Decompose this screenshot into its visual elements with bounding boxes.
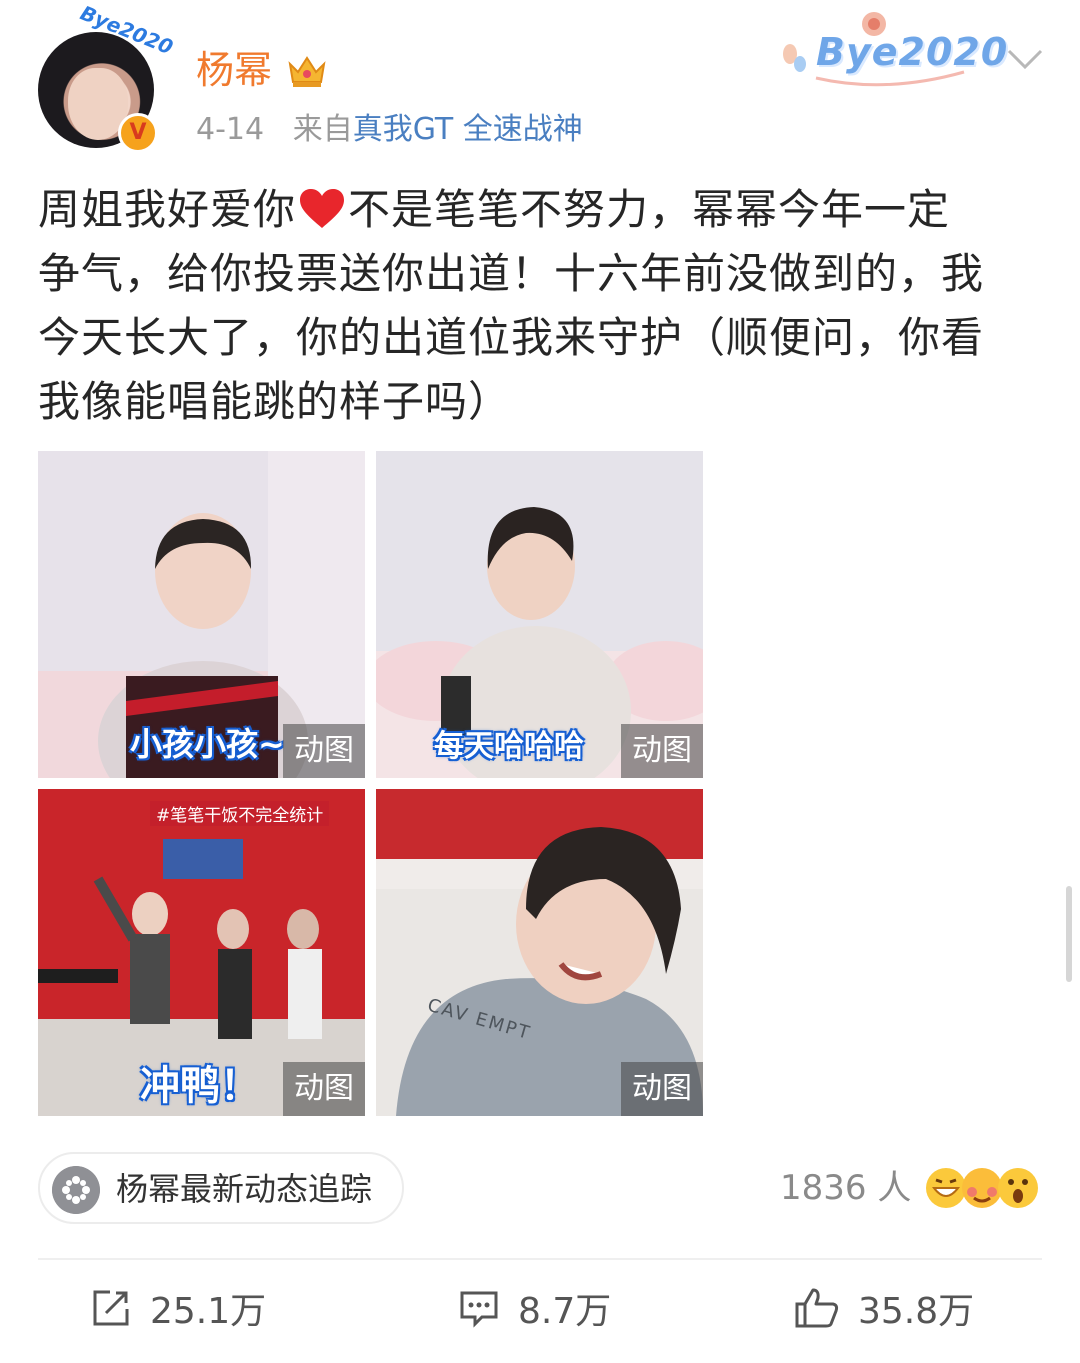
avatar-frame-text: Bye2020 bbox=[77, 0, 177, 60]
scrollbar[interactable] bbox=[1066, 886, 1072, 982]
gif-thumbnail-4[interactable]: CAV EMPT 动图 bbox=[376, 789, 703, 1116]
source-prefix: 来自 bbox=[292, 112, 353, 147]
grin-emoji bbox=[926, 1168, 966, 1208]
divider bbox=[38, 1258, 1042, 1260]
decoration-text: Bye2020 bbox=[816, 30, 1009, 74]
post-meta: 4-14 来自真我GT 全速战神 bbox=[196, 108, 583, 152]
gif-badge-1: 动图 bbox=[283, 724, 365, 778]
post-date: 4-14 bbox=[196, 112, 265, 147]
post-line-3: 今天长大了，你的出道位我来守护（顺便问，你看 bbox=[38, 313, 985, 362]
gif-badge-3: 动图 bbox=[283, 1062, 365, 1116]
comment-count: 8.7万 bbox=[518, 1291, 612, 1332]
gif-thumbnail-1[interactable]: 小孩小孩~ 动图 bbox=[38, 451, 365, 778]
verified-badge: V bbox=[118, 113, 158, 153]
comment-button[interactable]: 8.7万 bbox=[458, 1282, 611, 1334]
gif-caption-1: 小孩小孩~ bbox=[130, 725, 285, 763]
gif-caption-2: 每天哈哈哈 bbox=[434, 729, 584, 764]
gif-badge-2: 动图 bbox=[621, 724, 703, 778]
post-text: 周姐我好爱你 不是笔笔不努力，幂幂今年一定 争气，给你投票送你出道！十六年前没做到… bbox=[38, 178, 1042, 434]
repost-button[interactable]: 25.1万 bbox=[90, 1282, 266, 1334]
post-line-4: 我像能唱能跳的样子吗） bbox=[38, 377, 512, 426]
like-button[interactable]: 35.8万 bbox=[794, 1282, 974, 1334]
chevron-down-icon[interactable] bbox=[1005, 45, 1045, 73]
surprised-emoji bbox=[998, 1168, 1038, 1208]
topic-label: 杨幂最新动态追踪 bbox=[116, 1170, 373, 1208]
crown-icon[interactable] bbox=[286, 50, 328, 90]
gif-thumbnail-2[interactable]: 每天哈哈哈 动图 bbox=[376, 451, 703, 778]
thumbs-up-icon bbox=[795, 1288, 839, 1328]
repost-icon bbox=[93, 1290, 129, 1326]
reaction-count[interactable]: 1836 人 bbox=[780, 1165, 911, 1211]
username[interactable]: 杨幂 bbox=[196, 44, 272, 96]
reaction-emoji-group bbox=[926, 1168, 1038, 1208]
heart-icon bbox=[300, 189, 345, 228]
comment-icon bbox=[460, 1291, 498, 1328]
bye2020-decoration: Bye2020 bbox=[776, 10, 1007, 90]
topic-icon bbox=[52, 1166, 100, 1214]
post-line-1b: 不是笔笔不努力，幂幂今年一定 bbox=[348, 185, 951, 234]
repost-count: 25.1万 bbox=[150, 1291, 267, 1332]
post-line-1a: 周姐我好爱你 bbox=[38, 185, 297, 234]
gif-overlay-tag-3: #笔笔干饭不完全统计 bbox=[150, 801, 330, 826]
topic-tag-button[interactable]: 杨幂最新动态追踪 bbox=[38, 1152, 404, 1224]
like-count: 35.8万 bbox=[858, 1291, 975, 1332]
gif-caption-3: 冲鸭！ bbox=[140, 1063, 260, 1109]
source-device-link[interactable]: 真我GT 全速战神 bbox=[353, 112, 583, 147]
post-line-1: 周姐我好爱你 不是笔笔不努力，幂幂今年一定 bbox=[38, 178, 1042, 242]
gif-thumbnail-3[interactable]: #笔笔干饭不完全统计 冲鸭！ 动图 bbox=[38, 789, 365, 1116]
gif-badge-4: 动图 bbox=[621, 1062, 703, 1116]
blush-emoji bbox=[962, 1168, 1002, 1208]
reaction-emojis[interactable] bbox=[924, 1164, 1040, 1212]
post-line-2: 争气，给你投票送你出道！十六年前没做到的，我 bbox=[38, 249, 985, 298]
